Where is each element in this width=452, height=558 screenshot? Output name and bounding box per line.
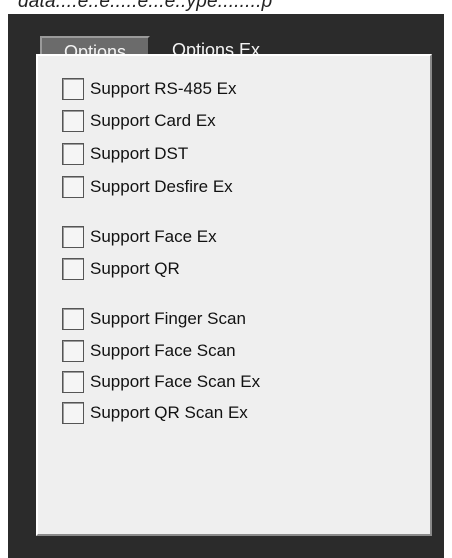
checkbox-support-face-scan[interactable]: Support Face Scan: [62, 338, 236, 364]
checkbox-square[interactable]: [62, 143, 84, 165]
checkbox-square[interactable]: [62, 340, 84, 362]
clipped-header-label: data....e..e.....e...e..ype........p: [18, 0, 273, 12]
checkbox-label: Support DST: [90, 144, 189, 163]
checkbox-square[interactable]: [62, 176, 84, 198]
checkbox-support-rs485-ex[interactable]: Support RS-485 Ex: [62, 76, 236, 102]
checkbox-label: Support Face Scan: [90, 341, 236, 360]
checkbox-label: Support RS-485 Ex: [90, 79, 237, 98]
checkbox-support-qr[interactable]: Support QR: [62, 256, 180, 282]
checkbox-square[interactable]: [62, 226, 84, 248]
checkbox-label: Support Desfire Ex: [90, 177, 233, 196]
checkbox-label: Support Face Scan Ex: [90, 372, 261, 391]
checkbox-square[interactable]: [62, 258, 84, 280]
checkbox-support-dst[interactable]: Support DST: [62, 141, 188, 167]
checkbox-support-face-scan-ex[interactable]: Support Face Scan Ex: [62, 369, 260, 395]
checkbox-support-card-ex[interactable]: Support Card Ex: [62, 108, 216, 134]
checkbox-square[interactable]: [62, 78, 84, 100]
checkbox-label: Support Finger Scan: [90, 309, 246, 328]
checkbox-support-desfire-ex[interactable]: Support Desfire Ex: [62, 174, 233, 200]
checkbox-square[interactable]: [62, 402, 84, 424]
checkbox-square[interactable]: [62, 110, 84, 132]
checkbox-square[interactable]: [62, 371, 84, 393]
checkbox-label: Support QR Scan Ex: [90, 403, 248, 422]
checkbox-square[interactable]: [62, 308, 84, 330]
checkbox-support-finger-scan[interactable]: Support Finger Scan: [62, 306, 246, 332]
checkbox-label: Support QR: [90, 259, 180, 278]
checkbox-label: Support Card Ex: [90, 111, 216, 130]
checkbox-label: Support Face Ex: [90, 227, 217, 246]
clipped-header-text: data....e..e.....e...e..ype........p: [0, 0, 452, 14]
checkbox-support-qr-scan-ex[interactable]: Support QR Scan Ex: [62, 400, 248, 426]
options-ex-panel: Support RS-485 Ex Support Card Ex Suppor…: [36, 54, 432, 536]
checkbox-support-face-ex[interactable]: Support Face Ex: [62, 224, 217, 250]
